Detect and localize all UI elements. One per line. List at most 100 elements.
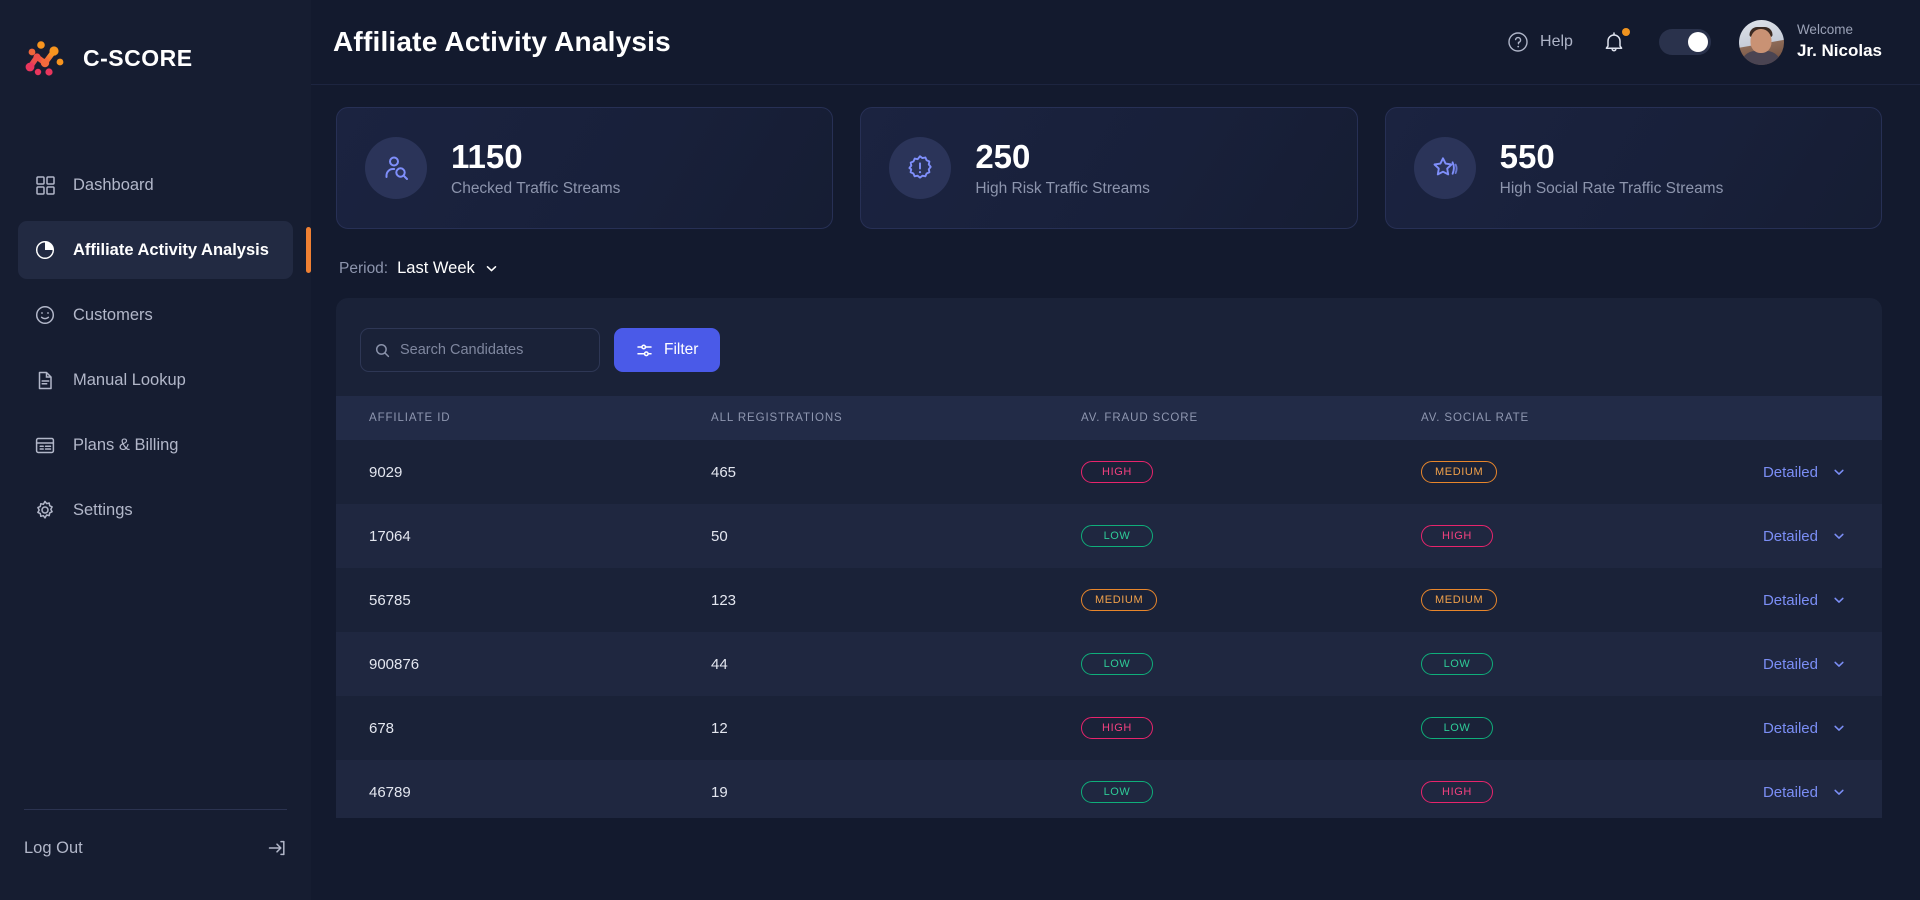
welcome-label: Welcome (1796, 22, 1853, 38)
cell-registrations: 19 (711, 783, 728, 801)
search-icon (375, 343, 390, 358)
sidebar-item-label: Manual Lookup (73, 370, 186, 389)
chevron-down-icon (1832, 593, 1846, 607)
detailed-button[interactable]: Detailed (1761, 720, 1882, 737)
detailed-button[interactable]: Detailed (1761, 528, 1882, 545)
status-badge: LOW (1081, 525, 1153, 547)
star-icon (1413, 137, 1476, 199)
cell-registrations: 12 (711, 719, 728, 737)
top-bar: Affiliate Activity Analysis Help Welcome… (311, 0, 1920, 85)
user-name: Jr. Nicolas (1796, 40, 1882, 60)
alert-badge-icon (889, 137, 952, 199)
chevron-down-icon (1832, 721, 1846, 735)
content-area: 1150 Checked Traffic Streams 250 High Ri… (311, 85, 1920, 900)
detailed-button[interactable]: Detailed (1761, 464, 1882, 481)
sidebar-item-label: Affiliate Activity Analysis (73, 240, 269, 259)
cell-affiliate-id: 9029 (369, 463, 403, 481)
affiliate-table-panel: Filter AFFILIATE ID ALL REGISTRATIONS AV… (336, 298, 1882, 818)
grid-icon (34, 174, 56, 196)
search-input[interactable] (400, 342, 585, 358)
column-header-actions (1761, 396, 1882, 440)
detailed-label: Detailed (1762, 527, 1818, 545)
cell-affiliate-id: 46789 (369, 783, 411, 801)
sidebar-item-label: Customers (73, 305, 153, 324)
table-row[interactable]: 900876 44 LOW LOW Detailed (336, 632, 1882, 696)
app-root: C-SCORE Dashboard Affiliate Activity Ana… (0, 0, 1920, 900)
detailed-button[interactable]: Detailed (1761, 656, 1882, 673)
status-badge: LOW (1081, 653, 1153, 675)
sidebar-item-manual-lookup[interactable]: Manual Lookup (18, 351, 293, 409)
status-badge: HIGH (1081, 461, 1153, 483)
stat-label: High Social Rate Traffic Streams (1499, 179, 1724, 197)
detailed-button[interactable]: Detailed (1761, 592, 1882, 609)
table-row[interactable]: 678 12 HIGH LOW Detailed (336, 696, 1882, 760)
chevron-down-icon (1832, 785, 1846, 799)
sidebar: C-SCORE Dashboard Affiliate Activity Ana… (0, 0, 311, 900)
detailed-label: Detailed (1762, 655, 1818, 673)
document-icon (34, 369, 56, 391)
period-value[interactable]: Last Week (397, 259, 475, 278)
cell-affiliate-id: 678 (369, 719, 395, 737)
column-header-all-registrations[interactable]: ALL REGISTRATIONS (711, 396, 1081, 440)
sidebar-item-affiliate-activity-analysis[interactable]: Affiliate Activity Analysis (18, 221, 311, 279)
table-body: 9029 465 HIGH MEDIUM Detailed 17064 50 L… (336, 440, 1882, 818)
status-badge: LOW (1081, 781, 1153, 803)
billing-icon (34, 434, 56, 456)
cell-social-rate: HIGH (1421, 760, 1761, 818)
stat-label: High Risk Traffic Streams (975, 179, 1150, 197)
brand-logo[interactable]: C-SCORE (0, 0, 311, 78)
filter-button[interactable]: Filter (614, 328, 721, 372)
status-badge: HIGH (1081, 717, 1153, 739)
table-row[interactable]: 17064 50 LOW HIGH Detailed (336, 504, 1882, 568)
person-search-icon (365, 137, 427, 199)
detailed-button[interactable]: Detailed (1761, 784, 1882, 801)
user-menu[interactable]: Welcome Jr. Nicolas (1738, 19, 1882, 65)
notifications-button[interactable] (1597, 28, 1631, 56)
cell-social-rate: MEDIUM (1421, 568, 1761, 632)
stat-card-checked-traffic-streams: 1150 Checked Traffic Streams (336, 107, 834, 229)
main-area: Affiliate Activity Analysis Help Welcome… (311, 0, 1920, 900)
stat-card-text: 250 High Risk Traffic Streams (975, 138, 1150, 198)
cell-fraud-score: MEDIUM (1081, 568, 1421, 632)
table-row[interactable]: 56785 123 MEDIUM MEDIUM Detailed (336, 568, 1882, 632)
table-row[interactable]: 46789 19 LOW HIGH Detailed (336, 760, 1882, 818)
stat-card-text: 550 High Social Rate Traffic Streams (1500, 138, 1724, 198)
pie-chart-icon (34, 239, 56, 261)
cell-registrations: 123 (711, 591, 737, 609)
cell-fraud-score: HIGH (1081, 696, 1421, 760)
chevron-down-icon (1832, 529, 1846, 543)
chevron-down-icon[interactable] (484, 261, 499, 276)
sidebar-item-customers[interactable]: Customers (18, 286, 293, 344)
status-badge: MEDIUM (1421, 461, 1498, 483)
cell-actions: Detailed (1761, 632, 1882, 696)
column-header-av-fraud-score[interactable]: AV. FRAUD SCORE (1081, 396, 1421, 440)
table-row[interactable]: 9029 465 HIGH MEDIUM Detailed (336, 440, 1882, 504)
cell-affiliate-id: 56785 (369, 591, 411, 609)
sidebar-item-plans-billing[interactable]: Plans & Billing (18, 416, 293, 474)
logout-button[interactable]: Log Out (24, 838, 287, 868)
table-header-row: AFFILIATE ID ALL REGISTRATIONS AV. FRAUD… (336, 396, 1882, 440)
theme-toggle[interactable] (1658, 29, 1711, 55)
status-badge: LOW (1421, 717, 1493, 739)
period-selector[interactable]: Period: Last Week (339, 259, 1882, 278)
cell-social-rate: LOW (1421, 696, 1761, 760)
chevron-down-icon (1832, 657, 1846, 671)
user-meta: Welcome Jr. Nicolas (1797, 21, 1882, 62)
search-box[interactable] (360, 328, 600, 372)
sidebar-nav: Dashboard Affiliate Activity Analysis Cu… (0, 156, 311, 539)
logout-icon (267, 838, 287, 858)
stat-card-high-risk-traffic-streams: 250 High Risk Traffic Streams (860, 107, 1358, 229)
column-header-av-social-rate[interactable]: AV. SOCIAL RATE (1421, 396, 1761, 440)
brand-name: C-SCORE (83, 44, 193, 71)
detailed-label: Detailed (1762, 719, 1818, 737)
cell-social-rate: LOW (1421, 632, 1761, 696)
cell-affiliate-id: 900876 (369, 655, 420, 673)
stat-value: 1150 (451, 138, 523, 176)
sidebar-item-dashboard[interactable]: Dashboard (18, 156, 293, 214)
sidebar-item-settings[interactable]: Settings (18, 481, 293, 539)
status-badge: HIGH (1421, 781, 1493, 803)
table-toolbar: Filter (336, 322, 1882, 396)
question-circle-icon (1507, 31, 1529, 53)
help-button[interactable]: Help (1507, 31, 1573, 53)
column-header-affiliate-id[interactable]: AFFILIATE ID (336, 396, 711, 440)
